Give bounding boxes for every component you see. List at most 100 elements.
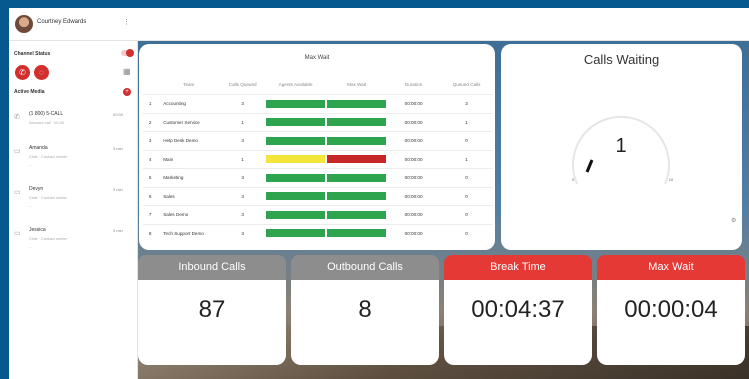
- channel-status-toggle[interactable]: [121, 49, 134, 57]
- calls-waiting-panel: Calls Waiting 1 0 10 ⚙: [501, 44, 742, 250]
- row-number: 7: [143, 205, 158, 224]
- tile-header: Max Wait: [597, 255, 745, 280]
- add-media-button[interactable]: +: [123, 88, 131, 96]
- queued-calls: 0: [440, 205, 493, 224]
- queued-calls: 0: [440, 168, 493, 187]
- gauge-max-label: 10: [669, 177, 674, 182]
- max-wait-bar: [327, 173, 387, 182]
- column-header: Team: [183, 81, 195, 87]
- table-row[interactable]: 8 Tech Support Demo 3 00:00:00 0: [143, 223, 493, 242]
- queued-calls: 0: [440, 223, 493, 242]
- chat-icon: ◌: [39, 68, 44, 77]
- table-row[interactable]: 1 Accounting 3 00:00:00 3: [143, 94, 493, 113]
- row-number: 8: [143, 223, 158, 242]
- column-header: [143, 74, 157, 95]
- list-item-subtitle: Inbound call · 00:00: [29, 120, 65, 125]
- list-item-subtitle: Chat · Contact center: [29, 195, 68, 200]
- team-name: Marketing: [157, 168, 221, 187]
- team-name: Tech Support Demo: [157, 223, 221, 242]
- table-row[interactable]: 7 Sales Demo 3 00:00:00 0: [143, 205, 493, 224]
- team-name: Main: [157, 149, 221, 169]
- max-wait-bar: [327, 99, 387, 108]
- list-item[interactable]: ▭ Devyn Chat · Contact center ... 3 min: [9, 182, 137, 218]
- list-item-title: Jessica: [29, 227, 46, 233]
- agents-cell: [265, 223, 327, 242]
- break-time-tile: Break Time 00:04:37: [444, 255, 592, 365]
- list-item-subtitle: Chat · Contact center: [29, 236, 68, 241]
- table-header-row: Team Calls Queued Agents Available Max W…: [143, 74, 493, 95]
- panel-title: Max Wait: [304, 55, 330, 61]
- agents-available-bar: [266, 118, 326, 127]
- row-number: 1: [143, 94, 158, 113]
- inbound-calls-tile: Inbound Calls 87: [138, 255, 286, 365]
- list-item-title: (1 800) 5-CALL: [29, 111, 64, 117]
- calls-queued: 3: [220, 205, 266, 224]
- max-wait-cell: [326, 168, 388, 187]
- tile-value: 00:00:04: [624, 296, 718, 323]
- column-header: Max Wait: [347, 81, 367, 87]
- duration: 00:00:00: [387, 112, 441, 132]
- grid-icon[interactable]: ▦: [123, 67, 131, 76]
- chat-channel-button[interactable]: ◌: [34, 65, 49, 80]
- agents-cell: [265, 168, 327, 187]
- agents-available-bar: [266, 155, 326, 164]
- table-row[interactable]: 2 Customer Service 1 00:00:00 1: [143, 112, 493, 132]
- agents-cell: [265, 149, 327, 169]
- table-row[interactable]: 5 Marketing 3 00:00:00 0: [143, 168, 493, 187]
- phone-channel-button[interactable]: ✆: [15, 65, 30, 80]
- agents-available-bar: [266, 99, 326, 108]
- list-item-detail: ...: [29, 162, 33, 167]
- agents-available-bar: [266, 192, 326, 201]
- active-media-heading: Active Media: [14, 89, 45, 95]
- calls-queued: 1: [220, 112, 266, 132]
- duration: 00:00:00: [387, 205, 441, 224]
- phone-icon: ✆: [19, 68, 26, 77]
- list-item-detail: ...: [29, 244, 33, 249]
- column-header: Queued Calls: [452, 81, 481, 87]
- gauge-value: 1: [615, 135, 626, 157]
- list-item[interactable]: ▭ Jessica Chat · Contact center ... 3 mi…: [9, 223, 137, 259]
- tile-value: 00:04:37: [471, 296, 565, 323]
- team-name: Sales Demo: [157, 205, 221, 224]
- row-number: 5: [143, 168, 158, 187]
- agents-cell: [265, 186, 327, 206]
- table-row[interactable]: 6 Sales 3 00:00:00 0: [143, 186, 493, 206]
- tile-value: 8: [358, 296, 372, 323]
- gauge-settings-icon[interactable]: ⚙: [731, 217, 736, 224]
- queued-calls: 1: [440, 112, 493, 132]
- duration: 00:00:00: [387, 94, 441, 113]
- menu-icon[interactable]: ⋮: [123, 18, 130, 26]
- calls-queued: 1: [220, 149, 266, 169]
- calls-queued: 3: [220, 131, 266, 150]
- list-item[interactable]: ▭ Amanda Chat · Contact center ... 3 min: [9, 141, 137, 177]
- avatar[interactable]: [15, 15, 33, 33]
- team-name: Accounting: [157, 94, 221, 113]
- duration: 00:00:00: [387, 131, 441, 150]
- list-item-title: Amanda: [29, 145, 48, 151]
- agents-available-bar: [266, 210, 326, 219]
- max-wait-cell: [326, 223, 388, 242]
- calls-waiting-gauge: 1 0 10 ⚙: [572, 115, 736, 224]
- max-wait-bar: [327, 155, 387, 164]
- max-wait-bar: [327, 192, 387, 201]
- chat-icon: ▭: [14, 148, 21, 155]
- max-wait-cell: [326, 131, 388, 150]
- max-wait-bar: [327, 136, 387, 145]
- list-item-subtitle: Chat · Contact center: [29, 154, 68, 159]
- max-wait-cell: [326, 149, 388, 169]
- row-number: 4: [143, 149, 158, 169]
- max-wait-bar: [327, 229, 387, 238]
- agents-cell: [265, 94, 327, 113]
- table-row[interactable]: 3 Help Desk Demo 3 00:00:00 0: [143, 131, 493, 150]
- duration: 00:00:00: [387, 168, 441, 187]
- max-wait-cell: [326, 94, 388, 113]
- top-bar: Courtney Edwards ⋮: [9, 8, 749, 41]
- calls-queued: 3: [220, 186, 266, 206]
- tile-header: Inbound Calls: [138, 255, 286, 280]
- queued-calls: 0: [440, 131, 493, 150]
- tile-value: 87: [198, 296, 226, 323]
- user-name[interactable]: Courtney Edwards: [37, 19, 86, 25]
- list-item[interactable]: ✆ (1 800) 5-CALL Inbound call · 00:00 00…: [9, 107, 137, 143]
- table-row[interactable]: 4 Main 1 00:00:00 1: [143, 149, 493, 169]
- max-wait-bar: [327, 118, 387, 127]
